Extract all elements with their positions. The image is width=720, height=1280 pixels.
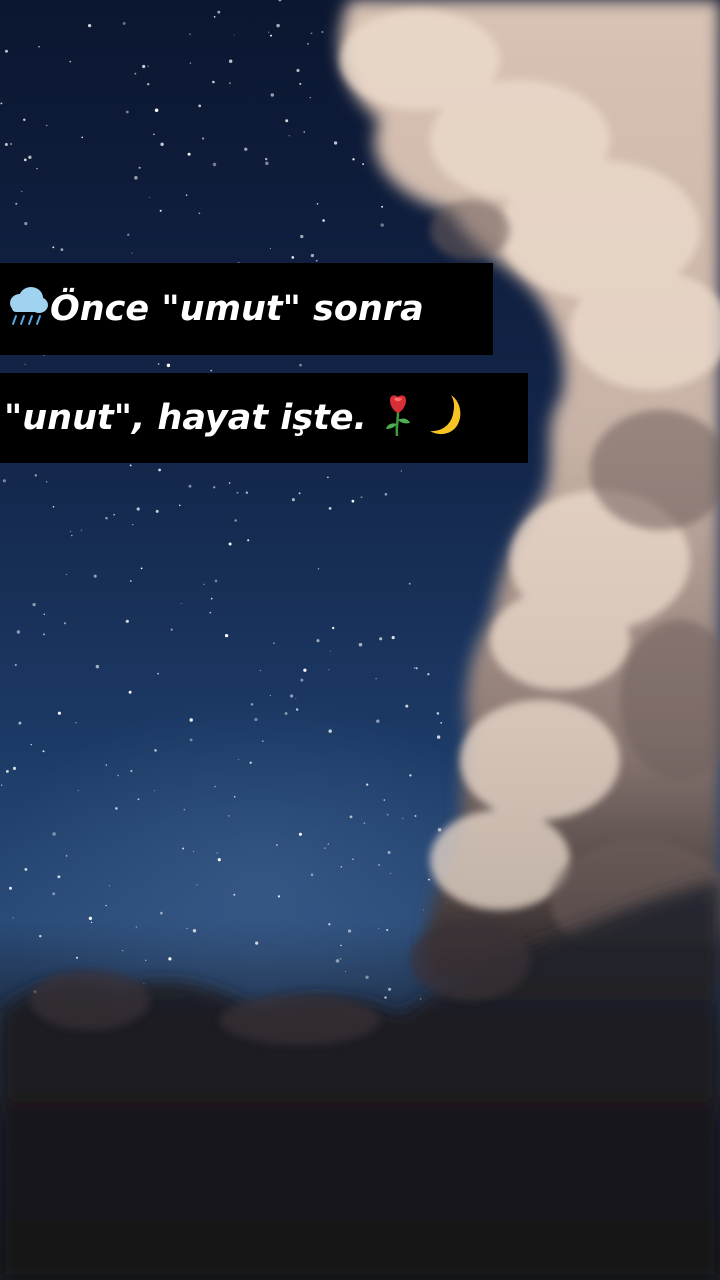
caption-line-2-text: "unut", hayat işte. — [4, 397, 367, 438]
cloud-formation — [0, 0, 720, 1280]
cloud-with-rain-icon — [4, 283, 50, 336]
crescent-moon-icon — [425, 392, 465, 445]
caption-line-1-text: Önce "umut" sonra — [50, 288, 424, 329]
rose-icon — [381, 392, 415, 445]
caption-line-2: "unut", hayat işte. — [0, 373, 528, 463]
caption-line-1: Önce "umut" sonra — [0, 263, 493, 355]
night-sky-background: Önce "umut" sonra "unut", hayat işte. — [0, 0, 720, 1280]
